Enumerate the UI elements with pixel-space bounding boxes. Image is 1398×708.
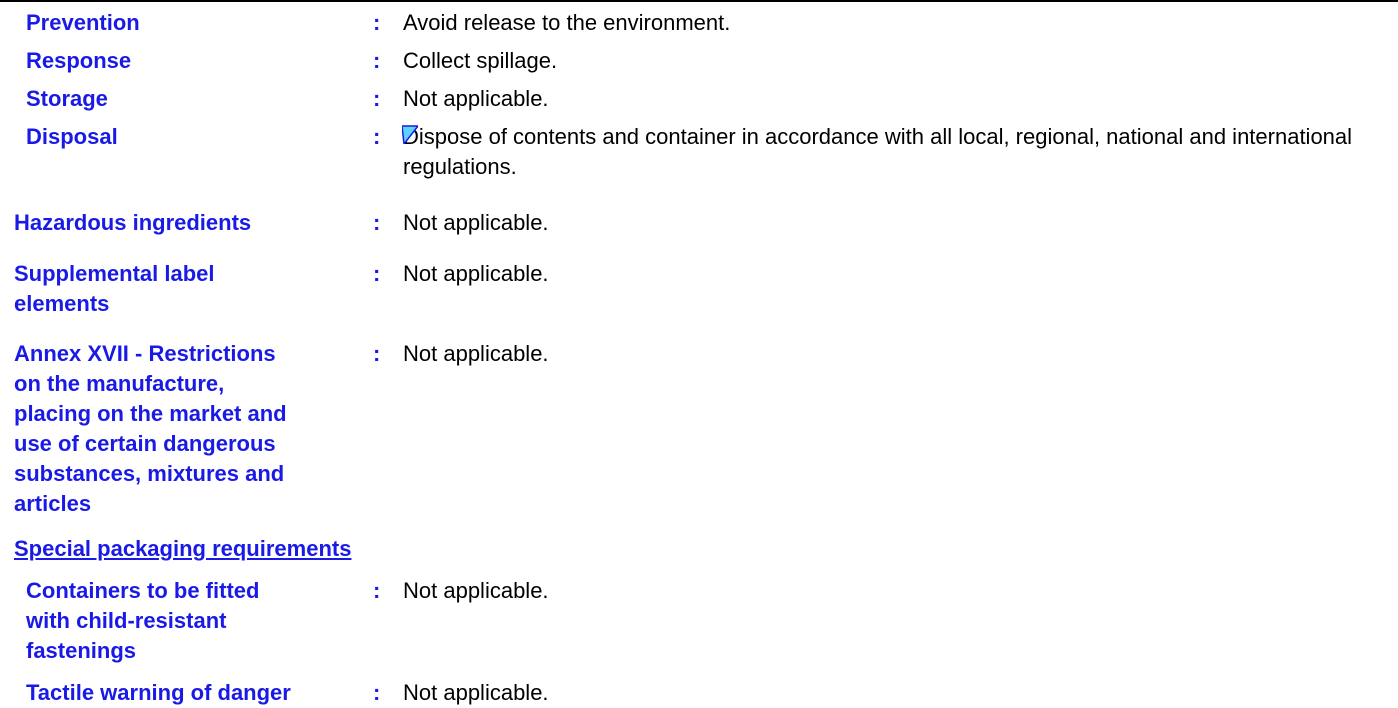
annex-label: Annex XVII - Restrictions on the manufac… [14,341,287,516]
containers-label: Containers to be fitted with child-resis… [26,578,260,663]
supplemental-label: Supplemental label elements [14,261,215,316]
response-label: Response [26,48,132,73]
separator-colon: : [373,86,381,111]
special-packaging-heading: Special packaging requirements [14,536,352,561]
storage-value: Not applicable. [403,86,549,111]
prevention-value: Avoid release to the environment. [403,10,731,35]
annex-value: Not applicable. [403,341,549,366]
supplemental-value: Not applicable. [403,261,549,286]
hazardous-ingredients-label: Hazardous ingredients [14,210,252,235]
storage-label: Storage [26,86,108,111]
top-rule [0,0,1398,2]
disposal-label: Disposal [26,124,118,149]
prevention-label: Prevention [26,10,140,35]
separator-colon: : [373,124,381,149]
separator-colon: : [373,341,381,366]
separator-colon: : [373,10,381,35]
containers-value: Not applicable. [403,578,549,603]
separator-colon: : [373,261,381,286]
separator-colon: : [373,210,381,235]
hazardous-ingredients-value: Not applicable. [403,210,549,235]
separator-colon: : [373,48,381,73]
disposal-value: Dispose of contents and container in acc… [403,124,1353,179]
separator-colon: : [373,578,381,603]
response-value: Collect spillage. [403,48,558,73]
disposal-value-wrap: Dispose of contents and container in acc… [402,122,1388,182]
